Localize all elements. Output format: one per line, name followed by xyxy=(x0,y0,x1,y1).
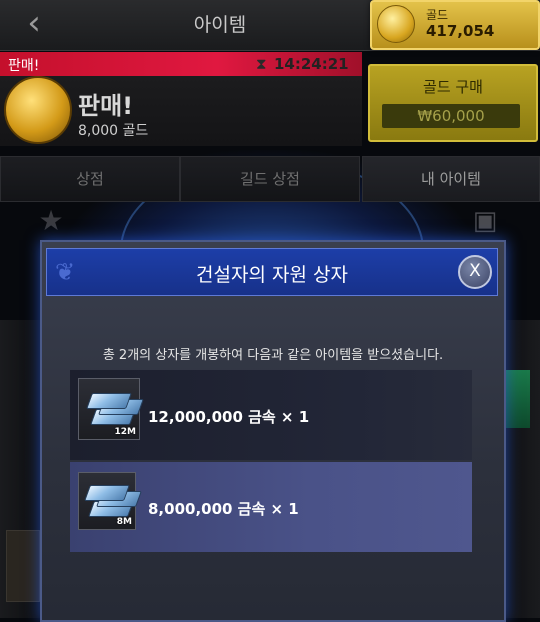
buy-gold-label: 골드 구매 xyxy=(423,78,483,96)
ingot-shape xyxy=(86,393,132,409)
tab-guild-shop[interactable]: 길드 상점 xyxy=(180,156,360,202)
gold-value: 417,054 xyxy=(426,22,495,40)
sale-title: 판매! xyxy=(78,92,134,120)
dialog-title: 건설자의 자원 상자 xyxy=(196,264,348,286)
metal-ingot-icon: 8M xyxy=(78,472,142,530)
top-bar: ‹ 아이템 골드 417,054 xyxy=(0,0,540,51)
sale-strip: 판매! ⧗ 14:24:21 xyxy=(0,52,362,76)
sale-price: 8,000 골드 xyxy=(78,123,149,139)
reward-row: 12M 12,000,000 금속 × 1 xyxy=(70,370,472,460)
page-title: 아이템 xyxy=(193,14,247,36)
reward-label: 12,000,000 금속 × 1 xyxy=(148,408,310,426)
close-icon: X xyxy=(469,261,481,281)
chest-icon[interactable]: ▣ xyxy=(468,206,502,236)
reward-dialog: ❦ ❦ 건설자의 자원 상자 X 총 2개의 상자를 개봉하여 다음과 같은 아… xyxy=(40,240,506,622)
ingot-shape xyxy=(84,485,130,501)
item-quantity-tag: 12M xyxy=(114,427,136,437)
sale-strip-label: 판매! xyxy=(8,58,40,74)
dialog-message: 총 2개의 상자를 개봉하여 다음과 같은 아이템을 받으셨습니다. xyxy=(102,348,444,363)
background-green-item xyxy=(504,370,530,428)
tab-my-items[interactable]: 내 아이템 xyxy=(362,156,540,202)
gold-label: 골드 xyxy=(426,8,449,22)
gold-balance[interactable]: 골드 417,054 xyxy=(370,0,540,50)
close-button[interactable]: X xyxy=(458,255,492,289)
buy-gold-price: ₩60,000 xyxy=(382,104,520,128)
reward-row: 8M 8,000,000 금속 × 1 xyxy=(70,462,472,552)
reward-label: 8,000,000 금속 × 1 xyxy=(148,500,299,518)
sale-timer: 14:24:21 xyxy=(274,55,349,73)
background-item-thumb xyxy=(6,530,40,602)
hourglass-icon: ⧗ xyxy=(256,55,267,73)
gold-coin-icon xyxy=(377,5,415,43)
tab-shop[interactable]: 상점 xyxy=(0,156,180,202)
tab-bar: 상점 길드 상점 내 아이템 xyxy=(0,156,540,202)
back-button[interactable]: ‹ xyxy=(14,6,54,42)
background-list-right xyxy=(500,320,540,618)
buy-gold-button[interactable]: 골드 구매 ₩60,000 xyxy=(368,64,538,142)
gold-coin-icon xyxy=(4,76,72,144)
metal-ingot-icon: 12M xyxy=(78,378,144,440)
sale-offer[interactable]: 판매! 8,000 골드 xyxy=(0,76,362,146)
star-icon[interactable]: ★ xyxy=(36,206,66,236)
chevron-left-icon: ‹ xyxy=(27,3,41,43)
dialog-header: ❦ ❦ 건설자의 자원 상자 xyxy=(46,248,498,296)
item-quantity-tag: 8M xyxy=(116,517,132,527)
